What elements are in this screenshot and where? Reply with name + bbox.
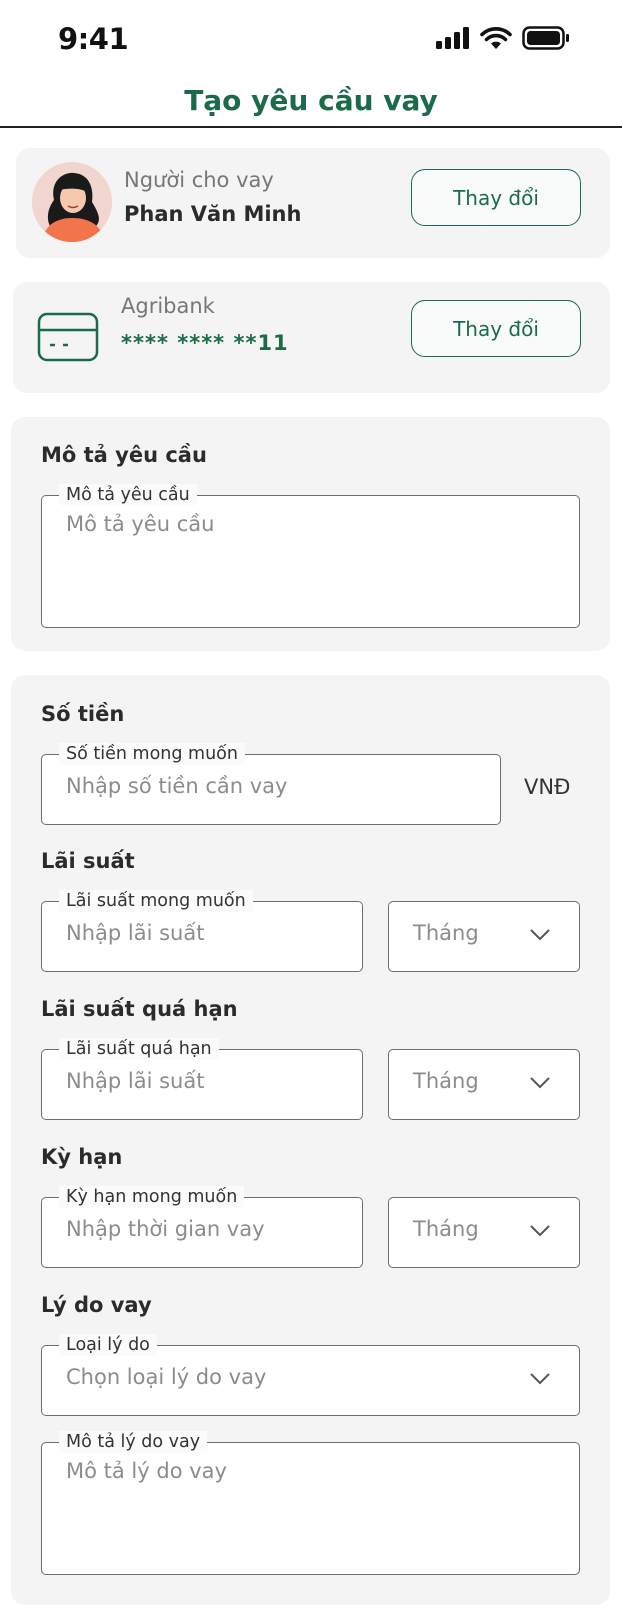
- description-textarea[interactable]: Mô tả yêu cầu Mô tả yêu cầu: [41, 484, 580, 628]
- reason-type-placeholder: Chọn loại lý do vay: [66, 1365, 267, 1389]
- term-input[interactable]: Kỳ hạn mong muốn Nhập thời gian vay: [41, 1186, 363, 1268]
- chevron-down-icon: [530, 1225, 550, 1237]
- lender-card: Người cho vay Phan Văn Minh Thay đổi: [16, 148, 610, 258]
- status-icons: [436, 26, 570, 50]
- amount-input[interactable]: Số tiền mong muốn Nhập số tiền cần vay: [41, 743, 501, 825]
- term-period-select[interactable]: Tháng: [388, 1197, 580, 1268]
- amount-legend: Số tiền mong muốn: [59, 743, 245, 765]
- interest-legend: Lãi suất mong muốn: [59, 890, 253, 912]
- bank-name: Agribank: [121, 294, 215, 318]
- signal-icon: [436, 27, 469, 49]
- change-lender-button[interactable]: Thay đổi: [411, 169, 581, 226]
- chevron-down-icon: [530, 1373, 550, 1385]
- reason-description-placeholder: Mô tả lý do vay: [66, 1459, 227, 1483]
- reason-section-title: Lý do vay: [41, 1293, 152, 1317]
- term-legend: Kỳ hạn mong muốn: [59, 1186, 245, 1208]
- interest-input[interactable]: Lãi suất mong muốn Nhập lãi suất: [41, 890, 363, 972]
- status-time: 9:41: [58, 22, 129, 56]
- overdue-interest-input[interactable]: Lãi suất quá hạn Nhập lãi suất: [41, 1038, 363, 1120]
- battery-icon: [522, 26, 569, 50]
- term-period-value: Tháng: [413, 1217, 479, 1241]
- term-section-title: Kỳ hạn: [41, 1145, 123, 1169]
- currency-unit: VNĐ: [524, 775, 571, 799]
- wifi-icon: [480, 27, 512, 49]
- bank-card-icon: [37, 312, 99, 362]
- card-number: **** **** **11: [121, 331, 289, 355]
- amount-section-title: Số tiền: [41, 702, 125, 726]
- avatar-illustration: [32, 162, 112, 242]
- bank-card: Agribank **** **** **11 Thay đổi: [13, 282, 610, 393]
- reason-type-legend: Loại lý do: [59, 1334, 157, 1356]
- reason-description-legend: Mô tả lý do vay: [59, 1431, 208, 1453]
- change-bank-button[interactable]: Thay đổi: [411, 300, 581, 357]
- chevron-down-icon: [530, 929, 550, 941]
- amount-placeholder: Nhập số tiền cần vay: [66, 774, 288, 798]
- reason-type-select[interactable]: Loại lý do Chọn loại lý do vay: [41, 1334, 580, 1416]
- description-card: Mô tả yêu cầu Mô tả yêu cầu Mô tả yêu cầ…: [11, 417, 610, 651]
- reason-description-textarea[interactable]: Mô tả lý do vay Mô tả lý do vay: [41, 1431, 580, 1575]
- overdue-interest-section-title: Lãi suất quá hạn: [41, 997, 238, 1021]
- term-placeholder: Nhập thời gian vay: [66, 1217, 265, 1241]
- description-section-title: Mô tả yêu cầu: [41, 443, 207, 467]
- overdue-interest-period-value: Tháng: [413, 1069, 479, 1093]
- loan-details-card: Số tiền Số tiền mong muốn Nhập số tiền c…: [11, 675, 610, 1605]
- overdue-interest-period-select[interactable]: Tháng: [388, 1049, 580, 1120]
- overdue-interest-legend: Lãi suất quá hạn: [59, 1038, 219, 1060]
- status-bar: 9:41: [0, 0, 622, 80]
- page-title: Tạo yêu cầu vay: [184, 84, 438, 117]
- interest-placeholder: Nhập lãi suất: [66, 921, 205, 945]
- description-legend: Mô tả yêu cầu: [59, 484, 197, 506]
- interest-period-select[interactable]: Tháng: [388, 901, 580, 972]
- lender-label: Người cho vay: [124, 168, 274, 192]
- overdue-interest-placeholder: Nhập lãi suất: [66, 1069, 205, 1093]
- app-header: Tạo yêu cầu vay: [0, 80, 622, 128]
- interest-period-value: Tháng: [413, 921, 479, 945]
- description-placeholder: Mô tả yêu cầu: [66, 512, 215, 536]
- lender-name: Phan Văn Minh: [124, 202, 302, 226]
- chevron-down-icon: [530, 1077, 550, 1089]
- interest-section-title: Lãi suất: [41, 849, 135, 873]
- avatar: [32, 162, 112, 242]
